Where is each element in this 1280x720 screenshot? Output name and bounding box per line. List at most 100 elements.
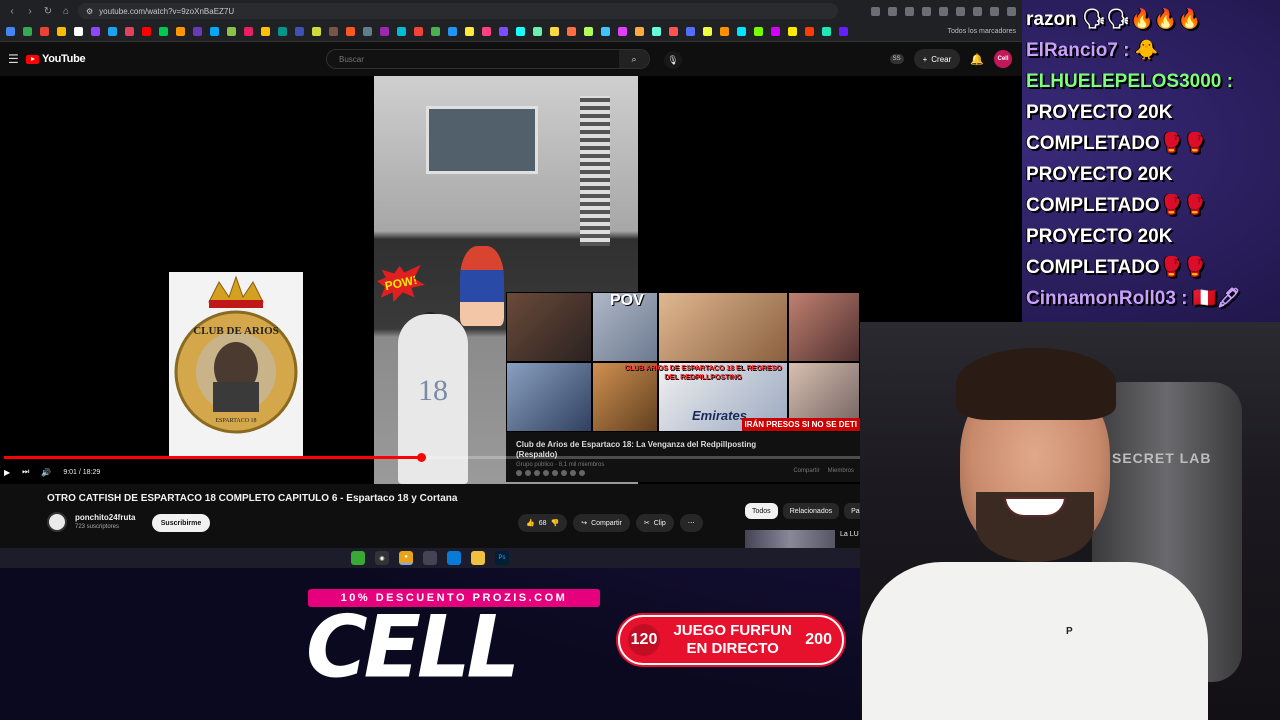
extension-icon[interactable] — [922, 6, 931, 16]
bookmark-icon[interactable] — [346, 27, 355, 36]
bookmark-icon[interactable] — [329, 27, 338, 36]
extension-icon[interactable] — [905, 6, 914, 16]
bookmark-icon[interactable] — [584, 27, 593, 36]
bookmark-icon[interactable] — [516, 27, 525, 36]
more-actions-button[interactable]: ⋯ — [679, 514, 703, 532]
account-avatar[interactable]: Cell — [994, 50, 1012, 68]
url-field[interactable]: ⚙ youtube.com/watch?v=9zoXnBaEZ7U — [78, 3, 838, 19]
bookmark-icon[interactable] — [397, 27, 406, 36]
bookmark-icon[interactable] — [720, 27, 729, 36]
related-video-title[interactable]: La LU — [840, 531, 859, 538]
volume-icon[interactable]: 🔊 — [41, 468, 51, 477]
bookmark-icon[interactable] — [499, 27, 508, 36]
bookmark-icon[interactable] — [771, 27, 780, 36]
bookmark-icon[interactable] — [754, 27, 763, 36]
related-video-thumbnail[interactable] — [745, 530, 835, 548]
extension-icon[interactable] — [939, 6, 948, 16]
anime-character — [460, 246, 504, 326]
bookmark-icon[interactable] — [533, 27, 542, 36]
create-button[interactable]: + Crear — [913, 49, 961, 69]
share-button[interactable]: ↪ Compartir — [573, 514, 630, 532]
photoshop-icon[interactable]: Ps — [495, 551, 509, 565]
bookmark-icon[interactable] — [788, 27, 797, 36]
bookmark-icon[interactable] — [176, 27, 185, 36]
bookmark-icon[interactable] — [465, 27, 474, 36]
bookmark-icon[interactable] — [227, 27, 236, 36]
bookmark-icon[interactable] — [91, 27, 100, 36]
extension-icon[interactable] — [990, 6, 999, 16]
like-button[interactable]: 👍 68 👎 — [518, 514, 568, 532]
bookmark-icon[interactable] — [601, 27, 610, 36]
bookmark-icon[interactable] — [312, 27, 321, 36]
bookmark-icon[interactable] — [108, 27, 117, 36]
channel-name[interactable]: ponchito24fruta — [75, 513, 135, 522]
channel-avatar[interactable] — [47, 512, 67, 532]
next-icon[interactable]: ⏭ — [22, 467, 29, 477]
bookmark-icon[interactable] — [414, 27, 423, 36]
forward-icon[interactable]: › — [24, 6, 36, 17]
clip-button[interactable]: ✂ Clip — [635, 514, 674, 532]
bookmark-icon[interactable] — [550, 27, 559, 36]
bookmark-icon[interactable] — [669, 27, 678, 36]
bookmark-icon[interactable] — [40, 27, 49, 36]
bookmark-icon[interactable] — [448, 27, 457, 36]
bookmark-icon[interactable] — [23, 27, 32, 36]
microphone-icon[interactable]: 🎙 — [664, 51, 682, 69]
bookmark-icon[interactable] — [261, 27, 270, 36]
subscribe-button[interactable]: Suscribirme — [152, 514, 210, 532]
bookmark-icon[interactable] — [142, 27, 151, 36]
scrubber-handle[interactable] — [416, 453, 426, 462]
bookmark-icon[interactable] — [635, 27, 644, 36]
bookmark-icon[interactable] — [839, 27, 848, 36]
bookmark-icon[interactable] — [6, 27, 15, 36]
search-input[interactable] — [327, 54, 619, 64]
bookmark-icon[interactable] — [652, 27, 661, 36]
ss-badge[interactable]: SS — [889, 54, 904, 64]
youtube-logo[interactable]: YouTube — [26, 53, 86, 65]
extension-icon[interactable] — [973, 6, 982, 16]
app-icon[interactable] — [351, 551, 365, 565]
bookmark-icon[interactable] — [244, 27, 253, 36]
extension-icon[interactable] — [888, 6, 897, 16]
chrome-icon[interactable]: ● — [399, 551, 413, 565]
extension-icon[interactable] — [956, 6, 965, 16]
hamburger-menu-icon[interactable]: ☰ — [8, 52, 22, 66]
back-icon[interactable]: ‹ — [6, 6, 18, 17]
bookmark-icon[interactable] — [74, 27, 83, 36]
progress-bar[interactable] — [4, 453, 860, 462]
bookmark-icon[interactable] — [57, 27, 66, 36]
home-icon[interactable]: ⌂ — [60, 6, 72, 17]
obs-icon[interactable]: ◉ — [375, 551, 389, 565]
reload-icon[interactable]: ↻ — [42, 6, 54, 17]
bookmark-icon[interactable] — [278, 27, 287, 36]
app-icon[interactable] — [423, 551, 437, 565]
chip-related[interactable]: Relacionados — [782, 503, 840, 519]
site-info-icon[interactable]: ⚙ — [86, 7, 93, 16]
bookmark-icon[interactable] — [618, 27, 627, 36]
bookmark-icon[interactable] — [125, 27, 134, 36]
search-icon[interactable]: ⌕ — [619, 50, 649, 68]
bookmark-icon[interactable] — [295, 27, 304, 36]
app-icon[interactable] — [447, 551, 461, 565]
play-icon[interactable]: ▶ — [4, 468, 10, 477]
folder-icon[interactable] — [471, 551, 485, 565]
bookmark-icon[interactable] — [193, 27, 202, 36]
bookmark-icon[interactable] — [567, 27, 576, 36]
bookmark-icon[interactable] — [431, 27, 440, 36]
bookmark-icon[interactable] — [686, 27, 695, 36]
bookmark-icon[interactable] — [737, 27, 746, 36]
bookmark-icon[interactable] — [159, 27, 168, 36]
bookmark-icon[interactable] — [822, 27, 831, 36]
bookmark-icon[interactable] — [210, 27, 219, 36]
thumbs-down-icon[interactable]: 👎 — [551, 519, 560, 527]
chip-all[interactable]: Todos — [745, 503, 778, 519]
all-bookmarks[interactable]: Todos los marcadores — [948, 28, 1016, 35]
extension-icon[interactable] — [871, 6, 880, 16]
notifications-bell-icon[interactable]: 🔔 — [970, 53, 984, 66]
bookmark-icon[interactable] — [363, 27, 372, 36]
bookmark-icon[interactable] — [703, 27, 712, 36]
bookmark-icon[interactable] — [805, 27, 814, 36]
bookmark-icon[interactable] — [482, 27, 491, 36]
profile-icon[interactable] — [1007, 6, 1016, 16]
bookmark-icon[interactable] — [380, 27, 389, 36]
